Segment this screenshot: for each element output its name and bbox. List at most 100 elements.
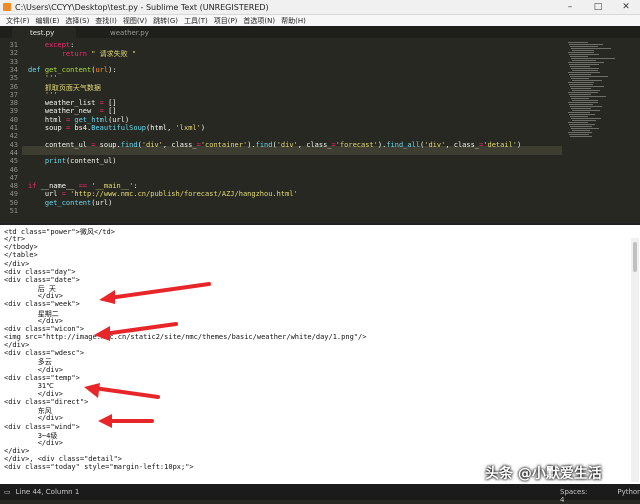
minimap-line — [568, 132, 592, 133]
minimap-line — [571, 88, 591, 89]
console-line: <div class="wicon"> — [4, 324, 85, 333]
tab-label: weather.py — [110, 28, 149, 37]
code-editor[interactable]: 31 32 33 34 35 36 37 38 39 40 41 42 43 44 45 46 47 48 49 50… — [0, 38, 640, 223]
console-line: </div> — [4, 341, 30, 350]
minimap-line — [572, 80, 602, 81]
arrow-wicon — [94, 322, 178, 341]
minimap-line — [568, 122, 588, 123]
console-line: <div class="today" style="margin-left:10… — [4, 463, 194, 472]
console-line: <div class="direct"> — [4, 398, 89, 407]
minimap-line — [569, 84, 593, 85]
console-line: <div class="wdesc"> — [4, 349, 85, 358]
console-scrollbar-thumb[interactable] — [633, 242, 637, 272]
status-bar: ▭ Line 44, Column 1 Spaces: 4 Python — [0, 484, 640, 504]
minimap-line — [572, 60, 596, 61]
menu-preferences[interactable]: 首选项(N) — [243, 16, 275, 26]
console-line: <div class="date"> — [4, 275, 80, 284]
console-line: </table> — [4, 251, 38, 260]
menu-file[interactable]: 文件(F) — [6, 16, 30, 26]
minimize-button[interactable]: – — [556, 0, 584, 14]
indentation-setting[interactable]: Spaces: 4 — [560, 488, 587, 504]
minimap-line — [569, 94, 591, 95]
code-line: html = get_html(url) — [28, 115, 130, 124]
tab-test-py[interactable]: test.py — [12, 27, 76, 38]
arrow-direct — [98, 414, 154, 428]
console-scrollbar[interactable] — [631, 238, 639, 482]
code-area[interactable]: except: return " 请求失败 " def get_content(u… — [0, 38, 550, 223]
code-line: weather_new = [] — [28, 107, 117, 116]
menu-selection[interactable]: 选择(S) — [65, 16, 89, 26]
minimap-line — [572, 50, 594, 51]
minimap[interactable] — [564, 38, 640, 223]
minimap-line — [569, 64, 599, 65]
minimap-line — [569, 114, 595, 115]
menu-goto[interactable]: 跳转(G) — [153, 16, 178, 26]
minimap-line — [571, 98, 589, 99]
minimap-line — [570, 126, 592, 127]
minimap-line — [568, 72, 600, 73]
minimap-line — [572, 120, 596, 121]
minimap-line — [572, 100, 598, 101]
menu-help[interactable]: 帮助(H) — [281, 16, 306, 26]
minimap-line — [568, 52, 594, 53]
code-line: url = 'http://www.nmc.cn/publish/forecas… — [28, 190, 298, 199]
console-line: 后 天 — [4, 285, 56, 294]
cursor-position: Line 44, Column 1 — [15, 488, 80, 496]
maximize-button[interactable]: □ — [584, 0, 612, 14]
menu-edit[interactable]: 编辑(E) — [36, 16, 60, 26]
minimap-line — [570, 46, 598, 47]
menu-bar: 文件(F) 编辑(E) 选择(S) 查找(I) 视图(V) 跳转(G) 工具(T… — [0, 15, 640, 26]
console-line: <div class="temp"> — [4, 373, 80, 382]
code-line: weather_list = [] — [28, 99, 117, 108]
syntax-setting[interactable]: Python — [617, 488, 640, 504]
console-line: <div class="week"> — [4, 300, 80, 309]
minimap-line — [571, 78, 589, 79]
tab-bar: test.py weather.py — [0, 26, 640, 38]
title-bar: C:\Users\CCYY\Desktop\test.py - Sublime … — [0, 0, 640, 15]
tab-weather-py[interactable]: weather.py — [92, 27, 156, 38]
arrow-date — [99, 282, 211, 304]
console-line: </div> — [4, 390, 64, 398]
code-line: soup = bs4.BeautifulSoup(html, 'lxml') — [28, 124, 206, 132]
output-console[interactable]: <div class="today" style="margin-left:10… — [0, 223, 640, 485]
minimap-line — [572, 130, 590, 131]
code-line: ''' — [28, 90, 58, 99]
minimap-line — [570, 86, 604, 87]
minimap-line — [569, 54, 599, 55]
minimap-line — [571, 48, 611, 49]
menu-project[interactable]: 项目(P) — [214, 16, 238, 26]
minimap-line — [571, 118, 601, 119]
console-toggle-icon[interactable]: ▭ — [4, 488, 11, 496]
console-line: </tbody> — [4, 243, 38, 252]
minimap-line — [570, 56, 588, 57]
menu-find[interactable]: 查找(I) — [95, 16, 117, 26]
console-line: <td class="power">微风</td> — [4, 228, 115, 236]
menu-tools[interactable]: 工具(T) — [184, 16, 208, 26]
menu-view[interactable]: 视图(V) — [123, 16, 147, 26]
console-line: <img src="http://image.nmc.cn/static2/si… — [4, 332, 367, 341]
sublime-app-icon — [3, 3, 11, 11]
minimap-line — [568, 102, 598, 103]
minimap-line — [571, 128, 599, 129]
code-line: if __name__ == '__main__': — [28, 182, 138, 191]
console-line: </div> — [4, 259, 30, 268]
minimap-line — [569, 74, 591, 75]
console-line: <div class="wind"> — [4, 422, 80, 431]
minimap-line — [570, 76, 608, 77]
console-line: 31℃ — [4, 381, 55, 390]
minimap-line — [568, 42, 588, 43]
minimap-line — [569, 104, 593, 105]
minimap-line — [568, 92, 598, 93]
close-button[interactable]: ✕ — [612, 0, 640, 14]
code-line: except: — [44, 41, 75, 49]
window-title: C:\Users\CCYY\Desktop\test.py - Sublime … — [15, 2, 269, 12]
minimap-line — [572, 70, 598, 71]
console-line: 星期二 — [4, 309, 59, 318]
minimap-line — [572, 90, 600, 91]
minimap-line — [572, 110, 600, 111]
code-line: print(content_ul) — [44, 157, 117, 166]
minimap-line — [571, 108, 591, 109]
code-line: ''' — [28, 74, 58, 83]
console-line: 东风 — [4, 407, 52, 416]
minimap-line — [569, 44, 603, 45]
